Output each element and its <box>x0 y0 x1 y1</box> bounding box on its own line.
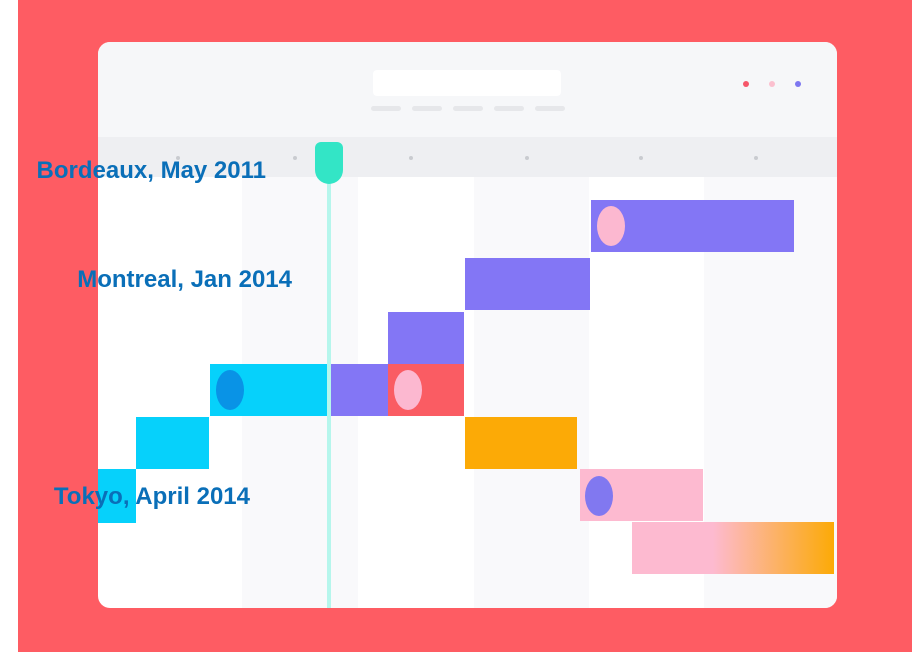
location-label: Tokyo, April 2014 <box>53 483 250 510</box>
window-dot-red[interactable] <box>743 81 749 87</box>
row-4-bar-purple[interactable] <box>330 364 388 416</box>
task-handle[interactable] <box>394 370 422 410</box>
axis-tick <box>293 156 297 160</box>
today-marker[interactable] <box>315 142 343 184</box>
task-handle[interactable] <box>216 370 244 410</box>
today-line <box>327 176 331 608</box>
row-5-bar-orange[interactable] <box>465 417 577 469</box>
subtitle-placeholder <box>412 106 442 111</box>
title-placeholder <box>373 70 561 96</box>
row-7-bar-gradient[interactable] <box>632 522 834 574</box>
row-5-bar-cyan[interactable] <box>136 417 209 469</box>
axis-tick <box>525 156 529 160</box>
axis-tick <box>639 156 643 160</box>
window-dot-pink[interactable] <box>769 81 775 87</box>
task-handle[interactable] <box>585 476 613 516</box>
timeline-column <box>474 177 589 608</box>
location-label: Bordeaux, May 2011 <box>36 157 266 184</box>
window-header <box>98 42 837 137</box>
window-dot-purple[interactable] <box>795 81 801 87</box>
row-2-bar[interactable] <box>465 258 590 310</box>
row-3-bar[interactable] <box>388 312 464 364</box>
subtitle-placeholder <box>535 106 565 111</box>
subtitle-placeholder <box>453 106 483 111</box>
location-label: Montreal, Jan 2014 <box>77 266 292 293</box>
task-handle[interactable] <box>597 206 625 246</box>
subtitle-placeholder <box>371 106 401 111</box>
axis-tick <box>754 156 758 160</box>
subtitle-placeholder <box>494 106 524 111</box>
axis-tick <box>409 156 413 160</box>
